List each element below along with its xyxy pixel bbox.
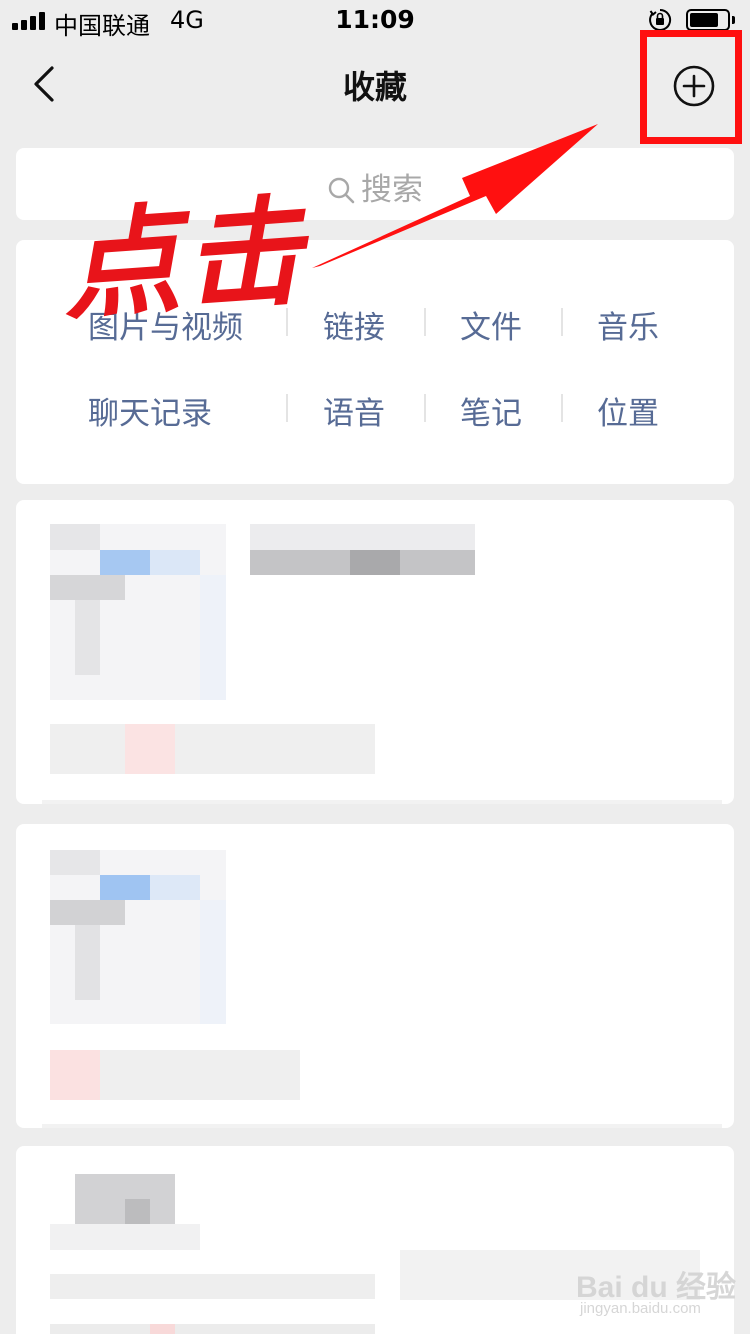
- blurred-meta: [50, 724, 375, 774]
- card-footer-strip: [42, 1124, 722, 1128]
- status-time: 11:09: [335, 5, 415, 34]
- divider: [561, 394, 563, 422]
- pixel-block: [150, 1324, 175, 1334]
- pixel-block: [200, 575, 226, 700]
- pixel-block: [350, 550, 400, 575]
- search-placeholder: 搜索: [361, 172, 423, 208]
- category-music[interactable]: 音乐: [597, 302, 659, 347]
- category-chat-history[interactable]: 聊天记录: [88, 388, 212, 433]
- watermark-url: jingyan.baidu.com: [580, 1300, 701, 1317]
- blurred-text: [50, 1274, 375, 1299]
- pixel-block: [75, 600, 100, 675]
- annotation-highlight-box: [640, 30, 742, 144]
- card-footer-strip: [42, 800, 722, 804]
- nav-bar: 收藏: [0, 40, 750, 130]
- page-title: 收藏: [342, 68, 407, 106]
- pixel-block: [50, 575, 125, 600]
- divider: [424, 394, 426, 422]
- battery-icon: [686, 9, 736, 31]
- divider: [286, 394, 288, 422]
- lock-rotation-icon: [649, 8, 672, 31]
- baidu-watermark: Bai du 经验 jingyan.baidu.com: [576, 1262, 736, 1322]
- divider: [561, 308, 563, 336]
- status-bar: 中国联通 4G 11:09: [0, 0, 750, 40]
- category-notes[interactable]: 笔记: [460, 388, 522, 433]
- favorite-item-card[interactable]: [16, 824, 734, 1128]
- pixel-block: [100, 875, 150, 900]
- search-icon: [328, 177, 355, 204]
- pixel-block: [50, 900, 125, 925]
- pixel-block: [50, 850, 100, 875]
- blurred-text: [50, 1324, 375, 1334]
- pixel-block: [200, 900, 226, 1024]
- category-files[interactable]: 文件: [460, 302, 522, 347]
- divider: [424, 308, 426, 336]
- category-voice[interactable]: 语音: [323, 388, 385, 433]
- favorite-item-card[interactable]: [16, 500, 734, 804]
- pixel-block: [50, 1224, 200, 1250]
- pixel-block: [150, 875, 200, 900]
- pixel-block: [125, 1199, 150, 1224]
- category-links[interactable]: 链接: [323, 302, 385, 347]
- pixel-block: [100, 550, 150, 575]
- annotation-handwritten-text: 点击: [57, 180, 311, 337]
- pixel-block: [150, 550, 200, 575]
- category-location[interactable]: 位置: [597, 388, 659, 433]
- pixel-block: [50, 524, 100, 550]
- pixel-block: [50, 1050, 100, 1100]
- pixel-block: [125, 724, 175, 774]
- pixel-block: [75, 925, 100, 1000]
- blurred-title: [250, 524, 475, 550]
